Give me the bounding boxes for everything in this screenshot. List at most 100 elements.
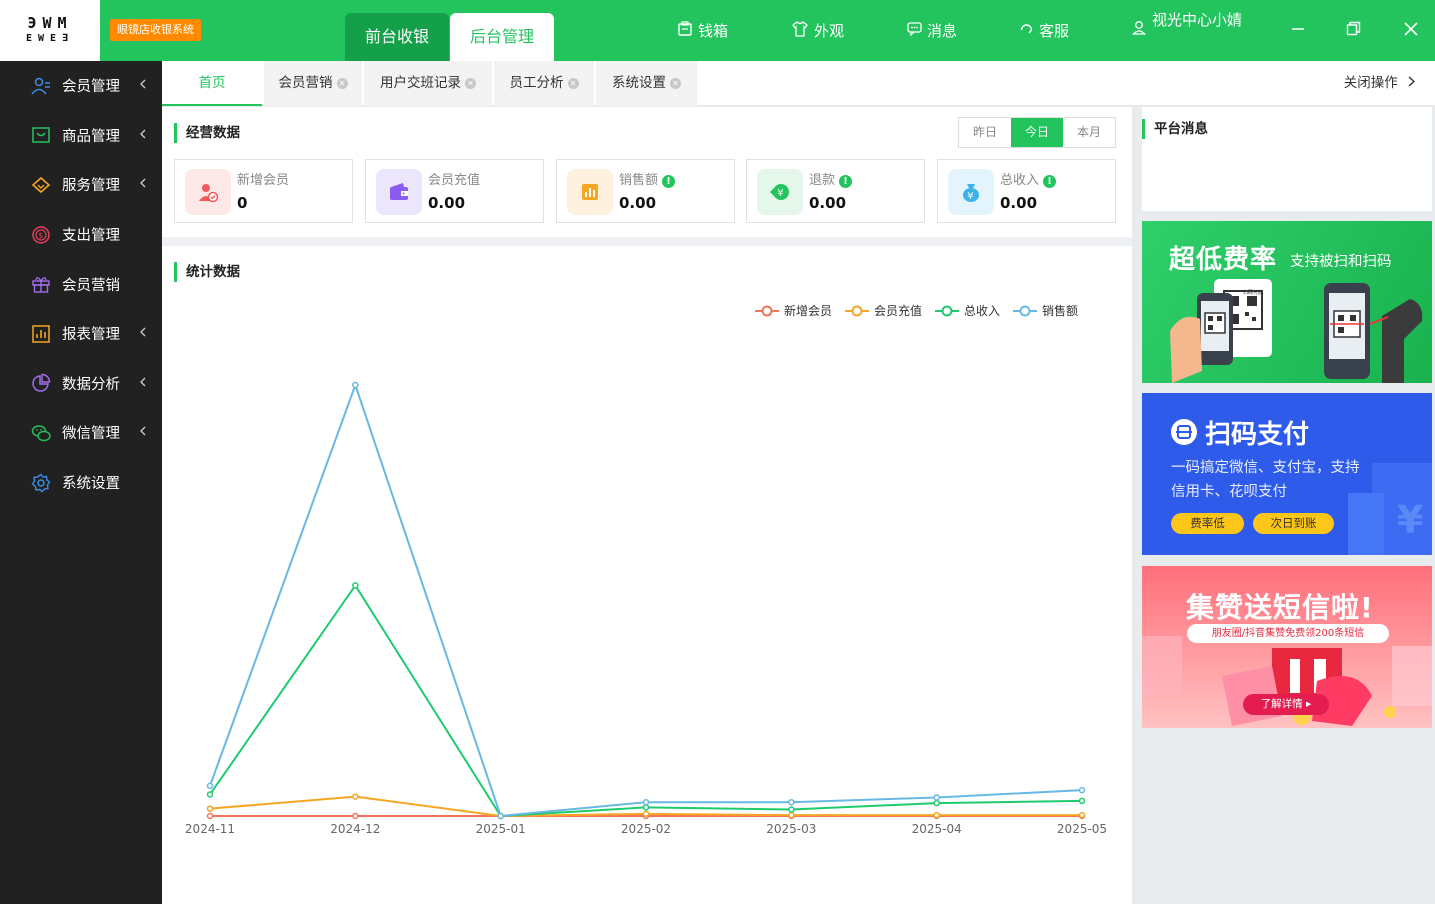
nav-cash-box-label: 钱箱 (698, 22, 729, 40)
page-tab-bar: 首页 会员营销 ✕ 用户交班记录 ✕ 员工分析 ✕ 系统设置 ✕ 关闭操作 (162, 61, 1435, 106)
sidebar-item[interactable]: 系统设置 (0, 458, 162, 508)
data-point[interactable] (206, 812, 214, 820)
sidebar-item[interactable]: $ 支出管理 (0, 210, 162, 260)
banner-line2: 信用卡、花呗支付 (1171, 484, 1287, 500)
range-this-month[interactable]: 本月 (1063, 118, 1115, 147)
scan-pay-banner[interactable]: ¥ 扫码支付 一码搞定微信、支付宝，支持 信用卡、花呗支付 费率低 次日到账 (1142, 393, 1432, 555)
sms-promo-banner[interactable]: 集赞送短信啦! 朋友圈/抖音集赞免费领200条短信 了解详情 ▸ (1142, 566, 1432, 728)
expense-icon: $ (31, 225, 51, 245)
wechat-icon (31, 423, 51, 443)
sidebar-item[interactable]: 数据分析 (0, 359, 162, 409)
close-tab-icon[interactable]: ✕ (670, 77, 681, 89)
nav-appearance[interactable]: 外观 (791, 0, 844, 61)
data-point[interactable] (933, 811, 940, 819)
tab-front-cashier[interactable]: 前台收银 (345, 13, 449, 61)
data-point[interactable] (352, 582, 359, 589)
user-icon (1132, 20, 1146, 40)
data-point[interactable] (642, 804, 650, 811)
data-point[interactable] (1078, 797, 1086, 805)
nav-messages[interactable]: 消息 (907, 0, 957, 61)
sidebar-item[interactable]: 微信管理 (0, 408, 162, 458)
x-tick-label: 2025-04 (912, 822, 962, 836)
platform-messages-title: 平台消息 (1142, 119, 1208, 139)
data-point[interactable] (642, 798, 650, 806)
scan-icon (1170, 418, 1198, 450)
svg-text:¥: ¥ (777, 188, 783, 199)
stat-card[interactable]: 会员充值 0.00 (365, 159, 544, 223)
tab-label: 用户交班记录 (380, 75, 461, 91)
series-line (209, 381, 1083, 818)
info-icon[interactable]: ! (1043, 175, 1057, 188)
close-operations-menu[interactable]: 关闭操作 (1344, 61, 1416, 106)
stat-label-text: 退款 (809, 173, 836, 188)
data-point[interactable] (1078, 811, 1086, 819)
minimize-button[interactable] (1283, 0, 1313, 61)
nav-cash-box[interactable]: 钱箱 (677, 0, 728, 61)
sidebar-item[interactable]: 报表管理 (0, 309, 162, 359)
close-tab-icon[interactable]: ✕ (465, 77, 476, 89)
range-yesterday[interactable]: 昨日 (959, 118, 1011, 147)
sidebar-item[interactable]: 会员营销 (0, 259, 162, 309)
phone-scan-illustration (1170, 279, 1423, 383)
data-point[interactable] (352, 812, 359, 820)
data-point[interactable] (933, 794, 940, 801)
data-point[interactable] (933, 799, 940, 807)
main-content: 经营数据 昨日 今日 本月 新增会员 0 会员充值 0.00 销售额! 0.00 ¥ 退款! 0… (162, 107, 1132, 904)
sidebar-item-label: 会员管理 (62, 79, 120, 96)
info-icon[interactable]: ! (839, 175, 853, 188)
stat-card[interactable]: ¥ 退款! 0.00 (746, 159, 925, 223)
banner-title: 集赞送短信啦! (1186, 591, 1374, 624)
data-point[interactable] (206, 782, 214, 790)
chevron-left-icon (140, 111, 146, 161)
tab-backend-admin[interactable]: 后台管理 (450, 13, 554, 61)
stat-card-value: 0.00 (1000, 194, 1038, 212)
user-menu[interactable]: 视光中心小婧 (1132, 12, 1252, 40)
sidebar-item-label: 服务管理 (62, 178, 120, 195)
sidebar-item[interactable]: 会员管理 (0, 61, 162, 111)
data-point[interactable] (1078, 786, 1086, 794)
range-today[interactable]: 今日 (1011, 118, 1063, 147)
data-point[interactable] (206, 805, 214, 812)
close-tab-icon[interactable]: ✕ (336, 77, 348, 89)
date-range-toggle: 昨日 今日 本月 (958, 117, 1116, 148)
user-name: 视光中心小婧 (1152, 11, 1243, 29)
data-point[interactable] (788, 806, 795, 813)
nav-customer-service[interactable]: 客服 (1019, 0, 1069, 61)
members-icon (31, 76, 51, 96)
sidebar-item-label: 微信管理 (62, 426, 120, 443)
gift-icon (31, 274, 51, 294)
sales-icon (567, 169, 613, 215)
tab-system-settings[interactable]: 系统设置 ✕ (596, 61, 697, 106)
tab-home[interactable]: 首页 (162, 61, 262, 106)
sidebar-item[interactable]: 商品管理 (0, 111, 162, 161)
service-icon (31, 175, 51, 195)
tab-shift-records[interactable]: 用户交班记录 ✕ (364, 61, 492, 106)
tab-staff-analysis[interactable]: 员工分析 ✕ (494, 61, 594, 106)
data-point[interactable] (788, 811, 795, 819)
nav-appearance-label: 外观 (814, 22, 845, 40)
data-point[interactable] (352, 381, 359, 389)
right-panel: 平台消息 超低费率 支持被扫和扫码 扫码付款 ¥ 扫码支付 一码搞定微信、支付宝… (1142, 107, 1432, 904)
info-icon[interactable]: ! (662, 175, 676, 188)
stat-card[interactable]: ¥ 总收入! 0.00 (937, 159, 1116, 223)
content-scrollbar[interactable] (1132, 107, 1142, 904)
data-point[interactable] (642, 810, 650, 818)
close-window-button[interactable] (1396, 0, 1426, 61)
tab-member-marketing[interactable]: 会员营销 ✕ (264, 61, 362, 106)
close-tab-icon[interactable]: ✕ (567, 77, 579, 89)
stat-card-value: 0.00 (428, 194, 466, 212)
data-point[interactable] (206, 791, 214, 798)
data-point[interactable] (497, 812, 504, 820)
sidebar-item-label: 商品管理 (62, 128, 120, 145)
data-point[interactable] (352, 793, 359, 800)
learn-more-button[interactable]: 了解详情 ▸ (1243, 694, 1329, 715)
stat-card[interactable]: 新增会员 0 (174, 159, 353, 223)
stat-card[interactable]: 销售额! 0.00 (556, 159, 735, 223)
restore-button[interactable] (1338, 0, 1368, 61)
cash-box-icon (677, 20, 693, 41)
low-fee-banner[interactable]: 超低费率 支持被扫和扫码 扫码付款 (1142, 221, 1432, 383)
stat-label-text: 销售额 (619, 173, 659, 188)
sidebar-item[interactable]: 服务管理 (0, 160, 162, 210)
headset-icon (1019, 21, 1034, 40)
data-point[interactable] (788, 798, 795, 806)
